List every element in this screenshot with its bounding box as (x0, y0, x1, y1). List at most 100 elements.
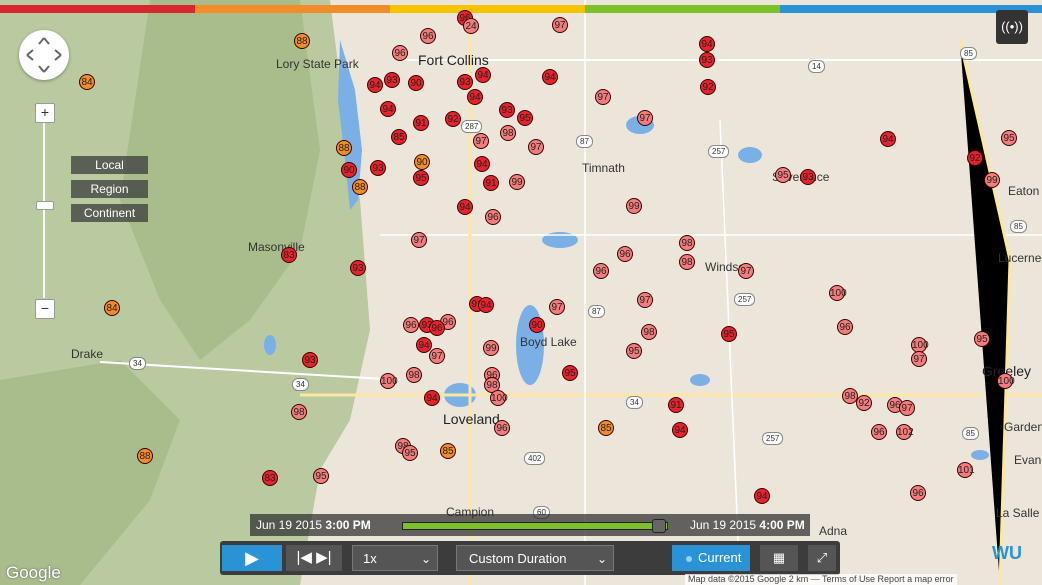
station-marker[interactable]: 99 (984, 172, 1000, 188)
station-marker[interactable]: 93 (457, 74, 473, 90)
station-marker[interactable]: 96 (403, 317, 419, 333)
station-marker[interactable]: 83 (262, 470, 278, 486)
scope-region-button[interactable]: Region (71, 180, 148, 198)
station-marker[interactable]: 96 (494, 420, 510, 436)
zoom-in-button[interactable]: + (35, 103, 55, 123)
station-marker[interactable]: 83 (281, 247, 297, 263)
station-marker[interactable]: 95 (974, 331, 990, 347)
station-marker[interactable]: 98 (641, 324, 657, 340)
station-marker[interactable]: 90 (408, 75, 424, 91)
station-marker[interactable]: 94 (457, 199, 473, 215)
station-marker[interactable]: 94 (380, 101, 396, 117)
timeline-track[interactable] (402, 522, 668, 530)
station-marker[interactable]: 84 (104, 300, 120, 316)
pan-control[interactable] (19, 30, 69, 80)
station-marker[interactable]: 91 (483, 175, 499, 191)
station-marker[interactable]: 93 (800, 169, 816, 185)
sensor-toggle-icon[interactable]: ((•)) (996, 10, 1028, 44)
station-marker[interactable]: 85 (440, 443, 456, 459)
station-marker[interactable]: 94 (424, 390, 440, 406)
station-marker[interactable]: 90 (529, 317, 545, 333)
station-marker[interactable]: 97 (552, 17, 568, 33)
station-marker[interactable]: 93 (699, 52, 715, 68)
station-marker[interactable]: 99 (509, 174, 525, 190)
station-marker[interactable]: 98 (679, 254, 695, 270)
station-marker[interactable]: 93 (384, 72, 400, 88)
station-marker[interactable]: 95 (721, 326, 737, 342)
station-marker[interactable]: 96 (485, 209, 501, 225)
station-marker[interactable]: 88 (294, 33, 310, 49)
timeline-thumb[interactable] (652, 519, 667, 533)
station-marker[interactable]: 96 (420, 28, 436, 44)
station-marker[interactable]: 94 (699, 36, 715, 52)
station-marker[interactable]: 88 (352, 179, 368, 195)
station-marker[interactable]: 88 (137, 448, 153, 464)
station-marker[interactable]: 92 (967, 150, 983, 166)
station-marker[interactable]: 97 (637, 292, 653, 308)
station-marker[interactable]: 88 (336, 140, 352, 156)
station-marker[interactable]: 92 (700, 79, 716, 95)
station-marker[interactable]: 100 (997, 373, 1015, 389)
scope-local-button[interactable]: Local (71, 156, 148, 174)
station-marker[interactable]: 93 (302, 352, 318, 368)
scope-continent-button[interactable]: Continent (71, 204, 148, 222)
station-marker[interactable]: 95 (626, 343, 642, 359)
station-marker[interactable]: 97 (911, 351, 927, 367)
station-marker[interactable]: 97 (473, 133, 489, 149)
station-marker[interactable]: 94 (467, 89, 483, 105)
station-marker[interactable]: 95 (402, 445, 418, 461)
station-marker[interactable]: 98 (291, 404, 307, 420)
station-marker[interactable]: 100 (490, 390, 508, 406)
station-marker[interactable]: 99 (483, 340, 499, 356)
station-marker[interactable]: 92 (856, 395, 872, 411)
station-marker[interactable]: 95 (1001, 130, 1017, 146)
station-marker[interactable]: 94 (475, 67, 491, 83)
skip-buttons[interactable]: |◀ ▶| (286, 545, 342, 571)
station-marker[interactable]: 94 (880, 131, 896, 147)
station-marker[interactable]: 97 (637, 110, 653, 126)
station-marker[interactable]: 97 (549, 299, 565, 315)
station-marker[interactable]: 94 (474, 156, 490, 172)
station-marker[interactable]: 97 (528, 139, 544, 155)
station-marker[interactable]: 91 (413, 115, 429, 131)
station-marker[interactable]: 100 (829, 285, 847, 301)
current-button[interactable]: Current (672, 545, 750, 571)
station-marker[interactable]: 96 (392, 45, 408, 61)
station-marker[interactable]: 90 (341, 162, 357, 178)
expand-icon[interactable]: ⤢ (808, 545, 836, 571)
station-marker[interactable]: 98 (406, 367, 422, 383)
station-marker[interactable]: 96 (593, 263, 609, 279)
station-marker[interactable]: 24 (463, 18, 479, 34)
station-marker[interactable]: 94 (478, 297, 494, 313)
station-marker[interactable]: 85 (391, 129, 407, 145)
station-marker[interactable]: 93 (499, 102, 515, 118)
duration-select[interactable]: Custom Duration ⌄ (456, 545, 614, 571)
station-marker[interactable]: 100 (380, 373, 398, 389)
station-marker[interactable]: 92 (445, 111, 461, 127)
station-marker[interactable]: 94 (672, 422, 688, 438)
station-marker[interactable]: 102 (896, 424, 914, 440)
station-marker[interactable]: 97 (738, 263, 754, 279)
station-marker[interactable]: 93 (370, 160, 386, 176)
station-marker[interactable]: 93 (350, 260, 366, 276)
station-marker[interactable]: 95 (775, 167, 791, 183)
calendar-button[interactable]: ▦ (760, 545, 798, 571)
zoom-out-button[interactable]: − (35, 299, 55, 319)
zoom-slider-handle[interactable] (36, 201, 54, 210)
map-attribution[interactable]: Map data ©2015 Google 2 km ⎯⎯ Terms of U… (685, 574, 957, 585)
station-marker[interactable]: 96 (617, 246, 633, 262)
station-marker[interactable]: 97 (899, 400, 915, 416)
station-marker[interactable]: 99 (626, 198, 642, 214)
station-marker[interactable]: 94 (367, 77, 383, 93)
station-marker[interactable]: 97 (595, 89, 611, 105)
station-marker[interactable]: 96 (871, 424, 887, 440)
station-marker[interactable]: 94 (542, 69, 558, 85)
station-marker[interactable]: 95 (562, 365, 578, 381)
speed-select[interactable]: 1x ⌄ (352, 545, 438, 571)
station-marker[interactable]: 97 (411, 232, 427, 248)
weather-map[interactable]: Fort CollinsLory State ParkTimnathSevera… (0, 0, 1042, 585)
station-marker[interactable]: 96 (837, 319, 853, 335)
station-marker[interactable]: 95 (413, 170, 429, 186)
station-marker[interactable]: 101 (957, 462, 975, 478)
station-marker[interactable]: 95 (313, 468, 329, 484)
